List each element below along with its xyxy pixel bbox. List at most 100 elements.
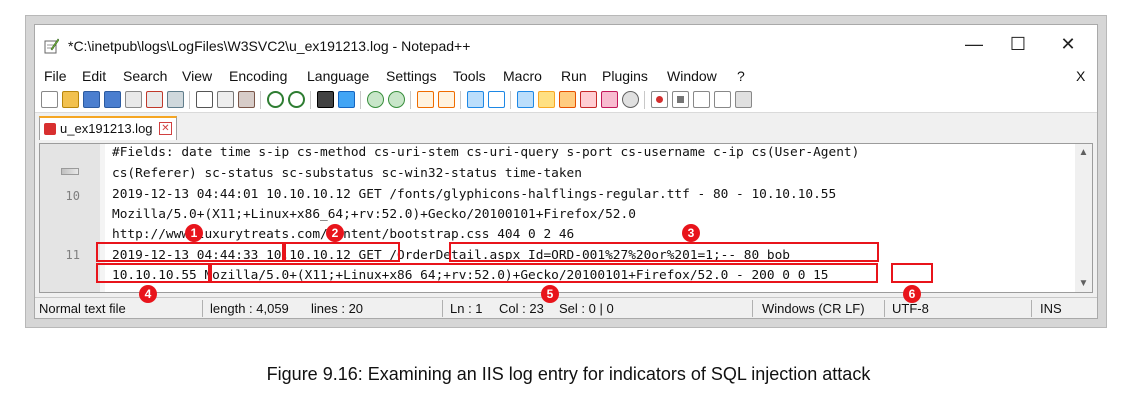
record-macro-icon[interactable] — [651, 91, 668, 108]
status-ln: Ln : 1 — [450, 301, 483, 316]
tab-bar: u_ex191213.log ✕ — [35, 113, 1097, 141]
annotation-badge-6: 6 — [903, 285, 921, 303]
scroll-up-arrow-icon[interactable]: ▲ — [1075, 144, 1092, 161]
word-wrap-icon[interactable] — [467, 91, 484, 108]
scroll-down-arrow-icon[interactable]: ▼ — [1075, 275, 1092, 292]
vertical-scrollbar[interactable]: ▲ ▼ — [1075, 144, 1092, 292]
show-all-characters-icon[interactable] — [488, 91, 505, 108]
highlight-user-agent — [210, 263, 878, 283]
menu-window[interactable]: Window — [667, 68, 717, 84]
status-separator — [202, 300, 203, 317]
menu-plugins[interactable]: Plugins — [602, 68, 648, 84]
toolbar-separator — [260, 91, 261, 109]
function-list-icon[interactable] — [580, 91, 597, 108]
document-map-icon[interactable] — [559, 91, 576, 108]
unsaved-file-icon — [44, 123, 56, 135]
tab-close-icon[interactable]: ✕ — [159, 122, 172, 135]
stop-macro-icon[interactable] — [672, 91, 689, 108]
highlight-uri-query — [449, 242, 879, 262]
status-bar: Normal text file length : 4,059 lines : … — [35, 297, 1097, 318]
sync-horizontal-icon[interactable] — [438, 91, 455, 108]
line-number-gutter — [40, 144, 100, 292]
maximize-button[interactable]: ☐ — [996, 29, 1040, 59]
zoom-in-icon[interactable] — [367, 91, 384, 108]
zoom-out-icon[interactable] — [388, 91, 405, 108]
highlight-date-time — [96, 242, 284, 262]
menu-settings[interactable]: Settings — [386, 68, 437, 84]
menu-tools[interactable]: Tools — [453, 68, 486, 84]
close-button[interactable]: ✕ — [1046, 29, 1090, 59]
toolbar-separator — [460, 91, 461, 109]
status-eol: Windows (CR LF) — [762, 301, 865, 316]
code-line: cs(Referer) sc-status sc-substatus sc-wi… — [112, 166, 582, 181]
menu-view[interactable]: View — [182, 68, 212, 84]
indent-guide-icon[interactable] — [517, 91, 534, 108]
notepadpp-app-icon — [44, 38, 59, 54]
monitoring-icon[interactable] — [622, 91, 639, 108]
close-all-icon[interactable] — [146, 91, 163, 108]
annotation-badge-4: 4 — [139, 285, 157, 303]
menu-help[interactable]: ? — [737, 68, 745, 84]
highlight-client-ip — [96, 263, 210, 283]
figure-caption: Figure 9.16: Examining an IIS log entry … — [266, 364, 871, 384]
code-line: Mozilla/5.0+(X11;+Linux+x86_64;+rv:52.0)… — [112, 207, 636, 222]
redo-icon[interactable] — [288, 91, 305, 108]
menu-search[interactable]: Search — [123, 68, 167, 84]
toolbar-separator — [310, 91, 311, 109]
new-file-icon[interactable] — [41, 91, 58, 108]
close-file-icon[interactable] — [125, 91, 142, 108]
code-line: #Fields: date time s-ip cs-method cs-uri… — [112, 145, 860, 160]
toolbar-separator — [510, 91, 511, 109]
line-number: 11 — [65, 248, 80, 262]
cut-icon[interactable] — [196, 91, 213, 108]
save-macro-icon[interactable] — [735, 91, 752, 108]
bookmark-icon — [61, 168, 79, 175]
tab-u-ex191213-log[interactable]: u_ex191213.log ✕ — [39, 116, 177, 140]
status-sel: Sel : 0 | 0 — [559, 301, 614, 316]
annotation-badge-1: 1 — [185, 224, 203, 242]
paste-icon[interactable] — [238, 91, 255, 108]
status-separator — [752, 300, 753, 317]
sync-vertical-icon[interactable] — [417, 91, 434, 108]
status-separator — [442, 300, 443, 317]
minimize-button[interactable]: — — [952, 29, 996, 59]
line-number: 10 — [65, 189, 80, 203]
annotation-badge-5: 5 — [541, 285, 559, 303]
replace-icon[interactable] — [338, 91, 355, 108]
toolbar — [35, 87, 1097, 113]
status-separator — [884, 300, 885, 317]
save-all-icon[interactable] — [104, 91, 121, 108]
open-file-icon[interactable] — [62, 91, 79, 108]
status-col: Col : 23 — [499, 301, 544, 316]
tab-label: u_ex191213.log — [60, 121, 153, 136]
menu-file[interactable]: File — [44, 68, 67, 84]
menu-edit[interactable]: Edit — [82, 68, 106, 84]
status-encoding: UTF-8 — [892, 301, 929, 316]
print-icon[interactable] — [167, 91, 184, 108]
status-mode: INS — [1040, 301, 1062, 316]
title-bar: *C:\inetpub\logs\LogFiles\W3SVC2\u_ex191… — [35, 25, 1097, 65]
toolbar-separator — [189, 91, 190, 109]
status-length: length : 4,059 — [210, 301, 289, 316]
toolbar-separator — [644, 91, 645, 109]
annotation-badge-3: 3 — [682, 224, 700, 242]
menu-macro[interactable]: Macro — [503, 68, 542, 84]
window-title: *C:\inetpub\logs\LogFiles\W3SVC2\u_ex191… — [68, 38, 471, 54]
copy-icon[interactable] — [217, 91, 234, 108]
menu-language[interactable]: Language — [307, 68, 369, 84]
status-file-type: Normal text file — [39, 301, 126, 316]
menu-run[interactable]: Run — [561, 68, 587, 84]
user-language-icon[interactable] — [538, 91, 555, 108]
toolbar-separator — [360, 91, 361, 109]
run-macro-multiple-icon[interactable] — [714, 91, 731, 108]
menu-encoding[interactable]: Encoding — [229, 68, 287, 84]
folder-as-workspace-icon[interactable] — [601, 91, 618, 108]
status-separator — [1031, 300, 1032, 317]
toolbar-separator — [410, 91, 411, 109]
code-line: 2019-12-13 04:44:01 10.10.10.12 GET /fon… — [112, 187, 837, 202]
find-icon[interactable] — [317, 91, 334, 108]
play-macro-icon[interactable] — [693, 91, 710, 108]
close-document-button[interactable]: X — [1076, 68, 1085, 84]
save-icon[interactable] — [83, 91, 100, 108]
undo-icon[interactable] — [267, 91, 284, 108]
